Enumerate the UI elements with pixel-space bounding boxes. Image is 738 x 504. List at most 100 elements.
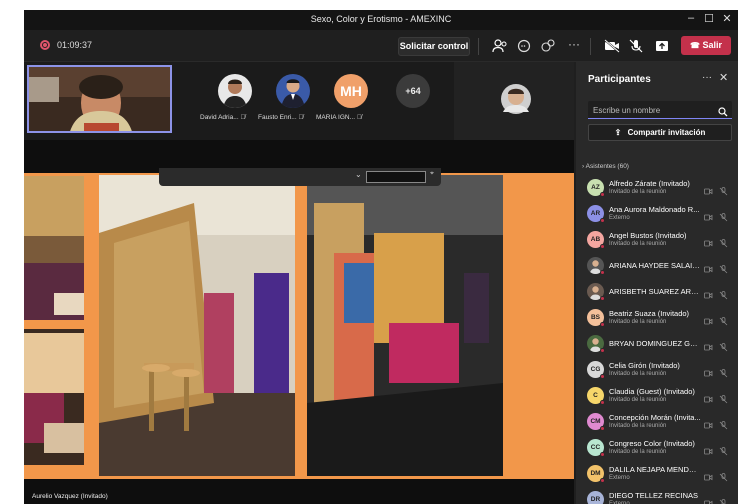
camera-off-icon[interactable]	[602, 37, 622, 55]
attendee-list: AZ Alfredo Zárate (Invitado) Invitado de l…	[576, 174, 738, 504]
mic-off-icon	[719, 261, 728, 274]
mic-muted-icon: 🎙̸	[298, 114, 304, 121]
toolbar-divider	[478, 38, 479, 55]
screen-control-bar[interactable]: ⌄ ⌖	[159, 168, 441, 186]
status-badge	[600, 374, 605, 379]
list-item[interactable]: BS Beatriz Suaza (Invitado) Invitado de la…	[576, 304, 738, 330]
list-item[interactable]: ARIANA HAYDEE SALAIS ...	[576, 252, 738, 278]
shared-content	[24, 173, 574, 479]
list-item[interactable]: ARISBETH SUAREZ ARRIE...	[576, 278, 738, 304]
camera-off-icon	[704, 443, 713, 455]
search-input[interactable]	[593, 104, 711, 116]
camera-off-icon	[704, 365, 713, 377]
mic-off-icon	[719, 287, 728, 300]
share-invite-button[interactable]: ⇪ Compartir invitación	[588, 124, 732, 141]
hangup-icon: ☎	[690, 41, 700, 50]
list-item[interactable]: BRYAN DOMINGUEZ GUT...	[576, 330, 738, 356]
status-badge	[600, 218, 605, 223]
panel-more-icon[interactable]: ···	[702, 72, 712, 83]
minimize-icon[interactable]: –	[682, 12, 700, 24]
list-item[interactable]: C Claudia (Guest) (Invitado) Invitado de l…	[576, 382, 738, 408]
meeting-timer: 01:09:37	[57, 40, 93, 50]
request-control-button[interactable]: Solicitar control	[398, 37, 470, 56]
camera-off-icon	[704, 235, 713, 247]
attendee-role: Externo	[609, 215, 630, 221]
list-item[interactable]: DM DALILA NEJAPA MENDOZA Externo	[576, 460, 738, 486]
more-participants-button[interactable]: +64	[396, 74, 430, 108]
attendee-name: Concepción Morán (Invita...	[609, 413, 701, 422]
camera-off-icon	[704, 339, 713, 351]
status-badge	[600, 244, 605, 249]
participant-tile[interactable]: David Adria... 🎙̸	[200, 74, 264, 132]
shared-screen[interactable]: ⌄ ⌖ Aurelio Vazquez (Invitado)	[24, 140, 574, 504]
attendee-name: Celia Girón (Invitado)	[609, 361, 680, 370]
close-icon[interactable]: ✕	[718, 12, 736, 25]
camera-off-icon	[704, 261, 713, 273]
title-bar: Sexo, Color y Erotismo - AMEXINC – ☐ ✕	[24, 10, 738, 30]
attendee-role: Externo	[609, 475, 630, 481]
teams-window: Sexo, Color y Erotismo - AMEXINC – ☐ ✕ 0…	[24, 10, 738, 504]
list-item[interactable]: AZ Alfredo Zárate (Invitado) Invitado de l…	[576, 174, 738, 200]
list-item[interactable]: DR DIEGO TELLEZ RECINAS Externo	[576, 486, 738, 504]
presenter-name: Aurelio Vazquez (Invitado)	[32, 493, 108, 500]
attendee-name: BRYAN DOMINGUEZ GUT...	[609, 339, 701, 348]
mic-off-icon	[719, 209, 728, 222]
mic-off-icon	[719, 391, 728, 404]
mic-off-icon	[719, 183, 728, 196]
mic-muted-icon: 🎙̸	[240, 114, 246, 121]
maximize-icon[interactable]: ☐	[700, 12, 718, 25]
participant-name: MARIA IGN... 🎙̸	[316, 114, 362, 121]
mic-off-icon	[719, 469, 728, 482]
participants-icon[interactable]	[490, 37, 510, 55]
mic-off-icon	[719, 313, 728, 326]
share-invite-label: Compartir invitación	[627, 128, 706, 137]
panel-close-icon[interactable]: ✕	[719, 71, 728, 84]
avatar: DR	[587, 491, 604, 504]
zoom-field[interactable]	[366, 171, 426, 183]
camera-off-icon	[704, 209, 713, 221]
share-screen-icon[interactable]	[652, 37, 672, 55]
share-icon: ⇪	[614, 128, 622, 137]
mic-off-icon	[719, 495, 728, 504]
list-item[interactable]: AB Angel Bustos (Invitado) Invitado de la …	[576, 226, 738, 252]
participant-tile[interactable]	[454, 62, 574, 140]
mic-off-icon	[719, 235, 728, 248]
attendee-role: Invitado de la reunión	[609, 189, 667, 195]
list-item[interactable]: CG Celia Girón (Invitado) Invitado de la r…	[576, 356, 738, 382]
section-label: Asistentes (60)	[585, 163, 629, 170]
status-badge	[600, 426, 605, 431]
chat-icon[interactable]	[514, 37, 534, 55]
participant-tile[interactable]: Fausto Enri... 🎙̸	[258, 74, 322, 132]
attendee-role: Invitado de la reunión	[609, 423, 667, 429]
camera-off-icon	[704, 417, 713, 429]
list-item[interactable]: CM Concepción Morán (Invita... Invitado de…	[576, 408, 738, 434]
search-icon[interactable]	[718, 104, 728, 122]
status-badge	[600, 270, 605, 275]
list-item[interactable]: AR Ana Aurora Maldonado R... Externo	[576, 200, 738, 226]
mic-off-icon[interactable]	[626, 37, 646, 55]
camera-off-icon	[704, 183, 713, 195]
chevron-down-icon[interactable]: ⌄	[355, 170, 362, 179]
leave-label: Salir	[702, 40, 722, 50]
camera-off-icon	[704, 391, 713, 403]
video-strip: David Adria... 🎙̸ Fausto Enri... 🎙̸ MH M…	[24, 62, 574, 140]
participant-tile[interactable]: MH MARIA IGN... 🎙̸	[316, 74, 380, 132]
status-badge	[600, 296, 605, 301]
pin-icon[interactable]: ⌖	[430, 170, 434, 178]
attendee-role: Invitado de la reunión	[609, 397, 667, 403]
panel-title: Participantes	[588, 74, 651, 85]
reactions-icon[interactable]	[538, 37, 558, 55]
leave-button[interactable]: ☎ Salir	[681, 36, 731, 55]
attendee-name: Claudia (Guest) (Invitado)	[609, 387, 695, 396]
attendee-name: Alfredo Zárate (Invitado)	[609, 179, 690, 188]
more-actions-icon[interactable]: ···	[564, 37, 584, 55]
self-video[interactable]	[27, 65, 172, 133]
toolbar-divider	[590, 38, 591, 55]
attendee-role: Invitado de la reunión	[609, 371, 667, 377]
search-box[interactable]	[588, 101, 732, 119]
attendees-section-header[interactable]: › Asistentes (60)	[582, 163, 629, 170]
chevron-down-icon: ›	[582, 163, 585, 170]
status-badge	[600, 322, 605, 327]
list-item[interactable]: CC Congreso Color (Invitado) Invitado de l…	[576, 434, 738, 460]
status-badge	[600, 192, 605, 197]
